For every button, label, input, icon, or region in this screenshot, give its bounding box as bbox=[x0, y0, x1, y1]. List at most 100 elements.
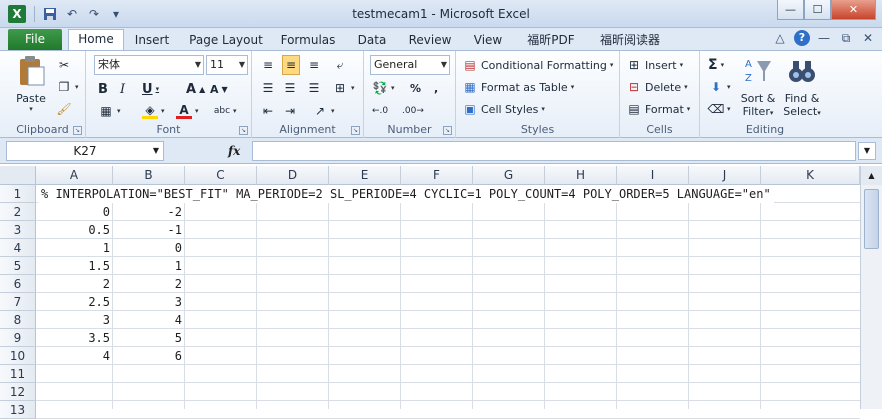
italic-button[interactable]: I bbox=[120, 79, 125, 99]
column-header-h[interactable]: H bbox=[545, 166, 617, 185]
find-select-button[interactable]: Find & Select▾ bbox=[780, 55, 824, 118]
accounting-format-button[interactable]: 💱 ▾ bbox=[372, 78, 395, 98]
vertical-scroll-thumb[interactable] bbox=[864, 189, 879, 249]
name-box[interactable]: K27 ▼ bbox=[6, 141, 164, 161]
cell-a4[interactable]: 1 bbox=[36, 239, 113, 257]
excel-app-icon[interactable]: X bbox=[8, 5, 26, 23]
redo-icon[interactable]: ↷ bbox=[85, 5, 103, 23]
tab-data[interactable]: Data bbox=[350, 31, 394, 50]
row-header-8[interactable]: 8 bbox=[0, 311, 36, 329]
tab-file[interactable]: File bbox=[8, 29, 62, 50]
autosum-button[interactable]: Σ ▾ bbox=[708, 55, 724, 75]
cell-b3[interactable]: -1 bbox=[113, 221, 185, 239]
tab-home[interactable]: Home bbox=[68, 29, 124, 50]
cell-b6[interactable]: 2 bbox=[113, 275, 185, 293]
workbook-close-icon[interactable]: ✕ bbox=[860, 30, 876, 46]
increase-font-size-button[interactable]: A ▲ bbox=[186, 79, 205, 99]
format-painter-button[interactable]: 🖌 bbox=[56, 99, 72, 119]
align-middle-button[interactable]: ≡ bbox=[282, 55, 300, 75]
format-cells-button[interactable]: ▤ Format ▾ bbox=[626, 99, 690, 119]
row-header-13[interactable]: 13 bbox=[0, 401, 36, 419]
cell-a5[interactable]: 1.5 bbox=[36, 257, 113, 275]
conditional-formatting-button[interactable]: ▤ Conditional Formatting ▾ bbox=[462, 55, 613, 75]
clipboard-launcher-icon[interactable]: ↘ bbox=[73, 126, 82, 135]
cell-styles-button[interactable]: ▣ Cell Styles ▾ bbox=[462, 99, 545, 119]
phonetic-button[interactable]: abc ▾ bbox=[214, 101, 237, 121]
minimize-button[interactable]: — bbox=[777, 0, 804, 20]
font-size-combo[interactable]: 11 ▼ bbox=[206, 55, 248, 75]
formula-input[interactable] bbox=[252, 141, 856, 161]
minimize-ribbon-icon[interactable]: △ bbox=[772, 30, 788, 46]
align-right-button[interactable]: ☰ bbox=[306, 78, 322, 98]
row-header-2[interactable]: 2 bbox=[0, 203, 36, 221]
scroll-up-icon[interactable]: ▲ bbox=[860, 166, 882, 185]
cut-button[interactable]: ✂ bbox=[56, 55, 72, 75]
bold-button[interactable]: B bbox=[98, 79, 108, 99]
insert-function-icon[interactable]: fx bbox=[228, 144, 240, 158]
row-header-11[interactable]: 11 bbox=[0, 365, 36, 383]
row-header-10[interactable]: 10 bbox=[0, 347, 36, 365]
number-launcher-icon[interactable]: ↘ bbox=[443, 126, 452, 135]
help-icon[interactable]: ? bbox=[794, 30, 810, 46]
paste-button[interactable]: Paste ▾ bbox=[12, 55, 50, 113]
percent-style-button[interactable]: % bbox=[410, 78, 421, 98]
tab-foxit-pdf[interactable]: 福昕PDF bbox=[520, 31, 582, 50]
column-header-d[interactable]: D bbox=[257, 166, 329, 185]
orientation-button[interactable]: ↗ ▾ bbox=[312, 101, 335, 121]
column-header-i[interactable]: I bbox=[617, 166, 689, 185]
select-all-corner[interactable] bbox=[0, 166, 36, 185]
copy-button[interactable]: ❐ ▾ bbox=[56, 77, 79, 97]
tab-foxit-reader[interactable]: 福昕阅读器 bbox=[592, 31, 668, 50]
cell-b4[interactable]: 0 bbox=[113, 239, 185, 257]
row-header-12[interactable]: 12 bbox=[0, 383, 36, 401]
number-format-combo[interactable]: General ▼ bbox=[370, 55, 450, 75]
undo-icon[interactable]: ↶ bbox=[63, 5, 81, 23]
merge-center-button[interactable]: ⊞ ▾ bbox=[332, 78, 355, 98]
column-header-b[interactable]: B bbox=[113, 166, 185, 185]
cell-a1[interactable]: % INTERPOLATION="BEST_FIT" MA_PERIODE=2 … bbox=[38, 185, 774, 203]
column-header-f[interactable]: F bbox=[401, 166, 473, 185]
insert-cells-button[interactable]: ⊞ Insert ▾ bbox=[626, 55, 683, 75]
align-left-button[interactable]: ☰ bbox=[260, 78, 276, 98]
expand-formula-bar-icon[interactable]: ▼ bbox=[858, 142, 876, 160]
align-bottom-button[interactable]: ≡ bbox=[306, 55, 322, 75]
row-header-6[interactable]: 6 bbox=[0, 275, 36, 293]
row-header-1[interactable]: 1 bbox=[0, 185, 36, 203]
cell-a9[interactable]: 3.5 bbox=[36, 329, 113, 347]
tab-view[interactable]: View bbox=[466, 31, 510, 50]
column-header-e[interactable]: E bbox=[329, 166, 401, 185]
column-header-c[interactable]: C bbox=[185, 166, 257, 185]
wrap-text-button[interactable]: ⤶ bbox=[332, 55, 348, 75]
tab-formulas[interactable]: Formulas bbox=[276, 31, 340, 50]
save-icon[interactable] bbox=[41, 5, 59, 23]
cell-a8[interactable]: 3 bbox=[36, 311, 113, 329]
decrease-indent-button[interactable]: ⇤ bbox=[260, 101, 276, 121]
workbook-restore-icon[interactable]: ⧉ bbox=[838, 30, 854, 46]
tab-page-layout[interactable]: Page Layout bbox=[186, 31, 266, 50]
cell-a7[interactable]: 2.5 bbox=[36, 293, 113, 311]
sort-filter-button[interactable]: AZ Sort & Filter▾ bbox=[738, 55, 778, 118]
row-header-9[interactable]: 9 bbox=[0, 329, 36, 347]
cell-b5[interactable]: 1 bbox=[113, 257, 185, 275]
cell-a10[interactable]: 4 bbox=[36, 347, 113, 365]
cell-b7[interactable]: 3 bbox=[113, 293, 185, 311]
tab-insert[interactable]: Insert bbox=[128, 31, 176, 50]
align-top-button[interactable]: ≡ bbox=[260, 55, 276, 75]
tab-review[interactable]: Review bbox=[404, 31, 456, 50]
format-as-table-button[interactable]: ▦ Format as Table ▾ bbox=[462, 77, 574, 97]
borders-button[interactable]: ▦ ▾ bbox=[98, 101, 120, 121]
cell-b8[interactable]: 4 bbox=[113, 311, 185, 329]
worksheet-grid[interactable]: A B C D E F G H I J K 1 2 3 4 5 6 7 8 9 10 11 12 13% INTERPOLAT… bbox=[0, 166, 882, 419]
font-color-button[interactable]: A ▾ bbox=[176, 101, 199, 121]
customize-qat-icon[interactable]: ▾ bbox=[107, 5, 125, 23]
cell-a3[interactable]: 0.5 bbox=[36, 221, 113, 239]
align-center-button[interactable]: ☰ bbox=[282, 78, 298, 98]
cell-b2[interactable]: -2 bbox=[113, 203, 185, 221]
column-header-a[interactable]: A bbox=[36, 166, 113, 185]
clear-button[interactable]: ⌫ ▾ bbox=[708, 99, 731, 119]
row-header-4[interactable]: 4 bbox=[0, 239, 36, 257]
cell-b10[interactable]: 6 bbox=[113, 347, 185, 365]
decrease-font-size-button[interactable]: A ▼ bbox=[210, 79, 228, 99]
row-header-5[interactable]: 5 bbox=[0, 257, 36, 275]
fill-color-button[interactable]: ◈ ▾ bbox=[142, 101, 165, 121]
